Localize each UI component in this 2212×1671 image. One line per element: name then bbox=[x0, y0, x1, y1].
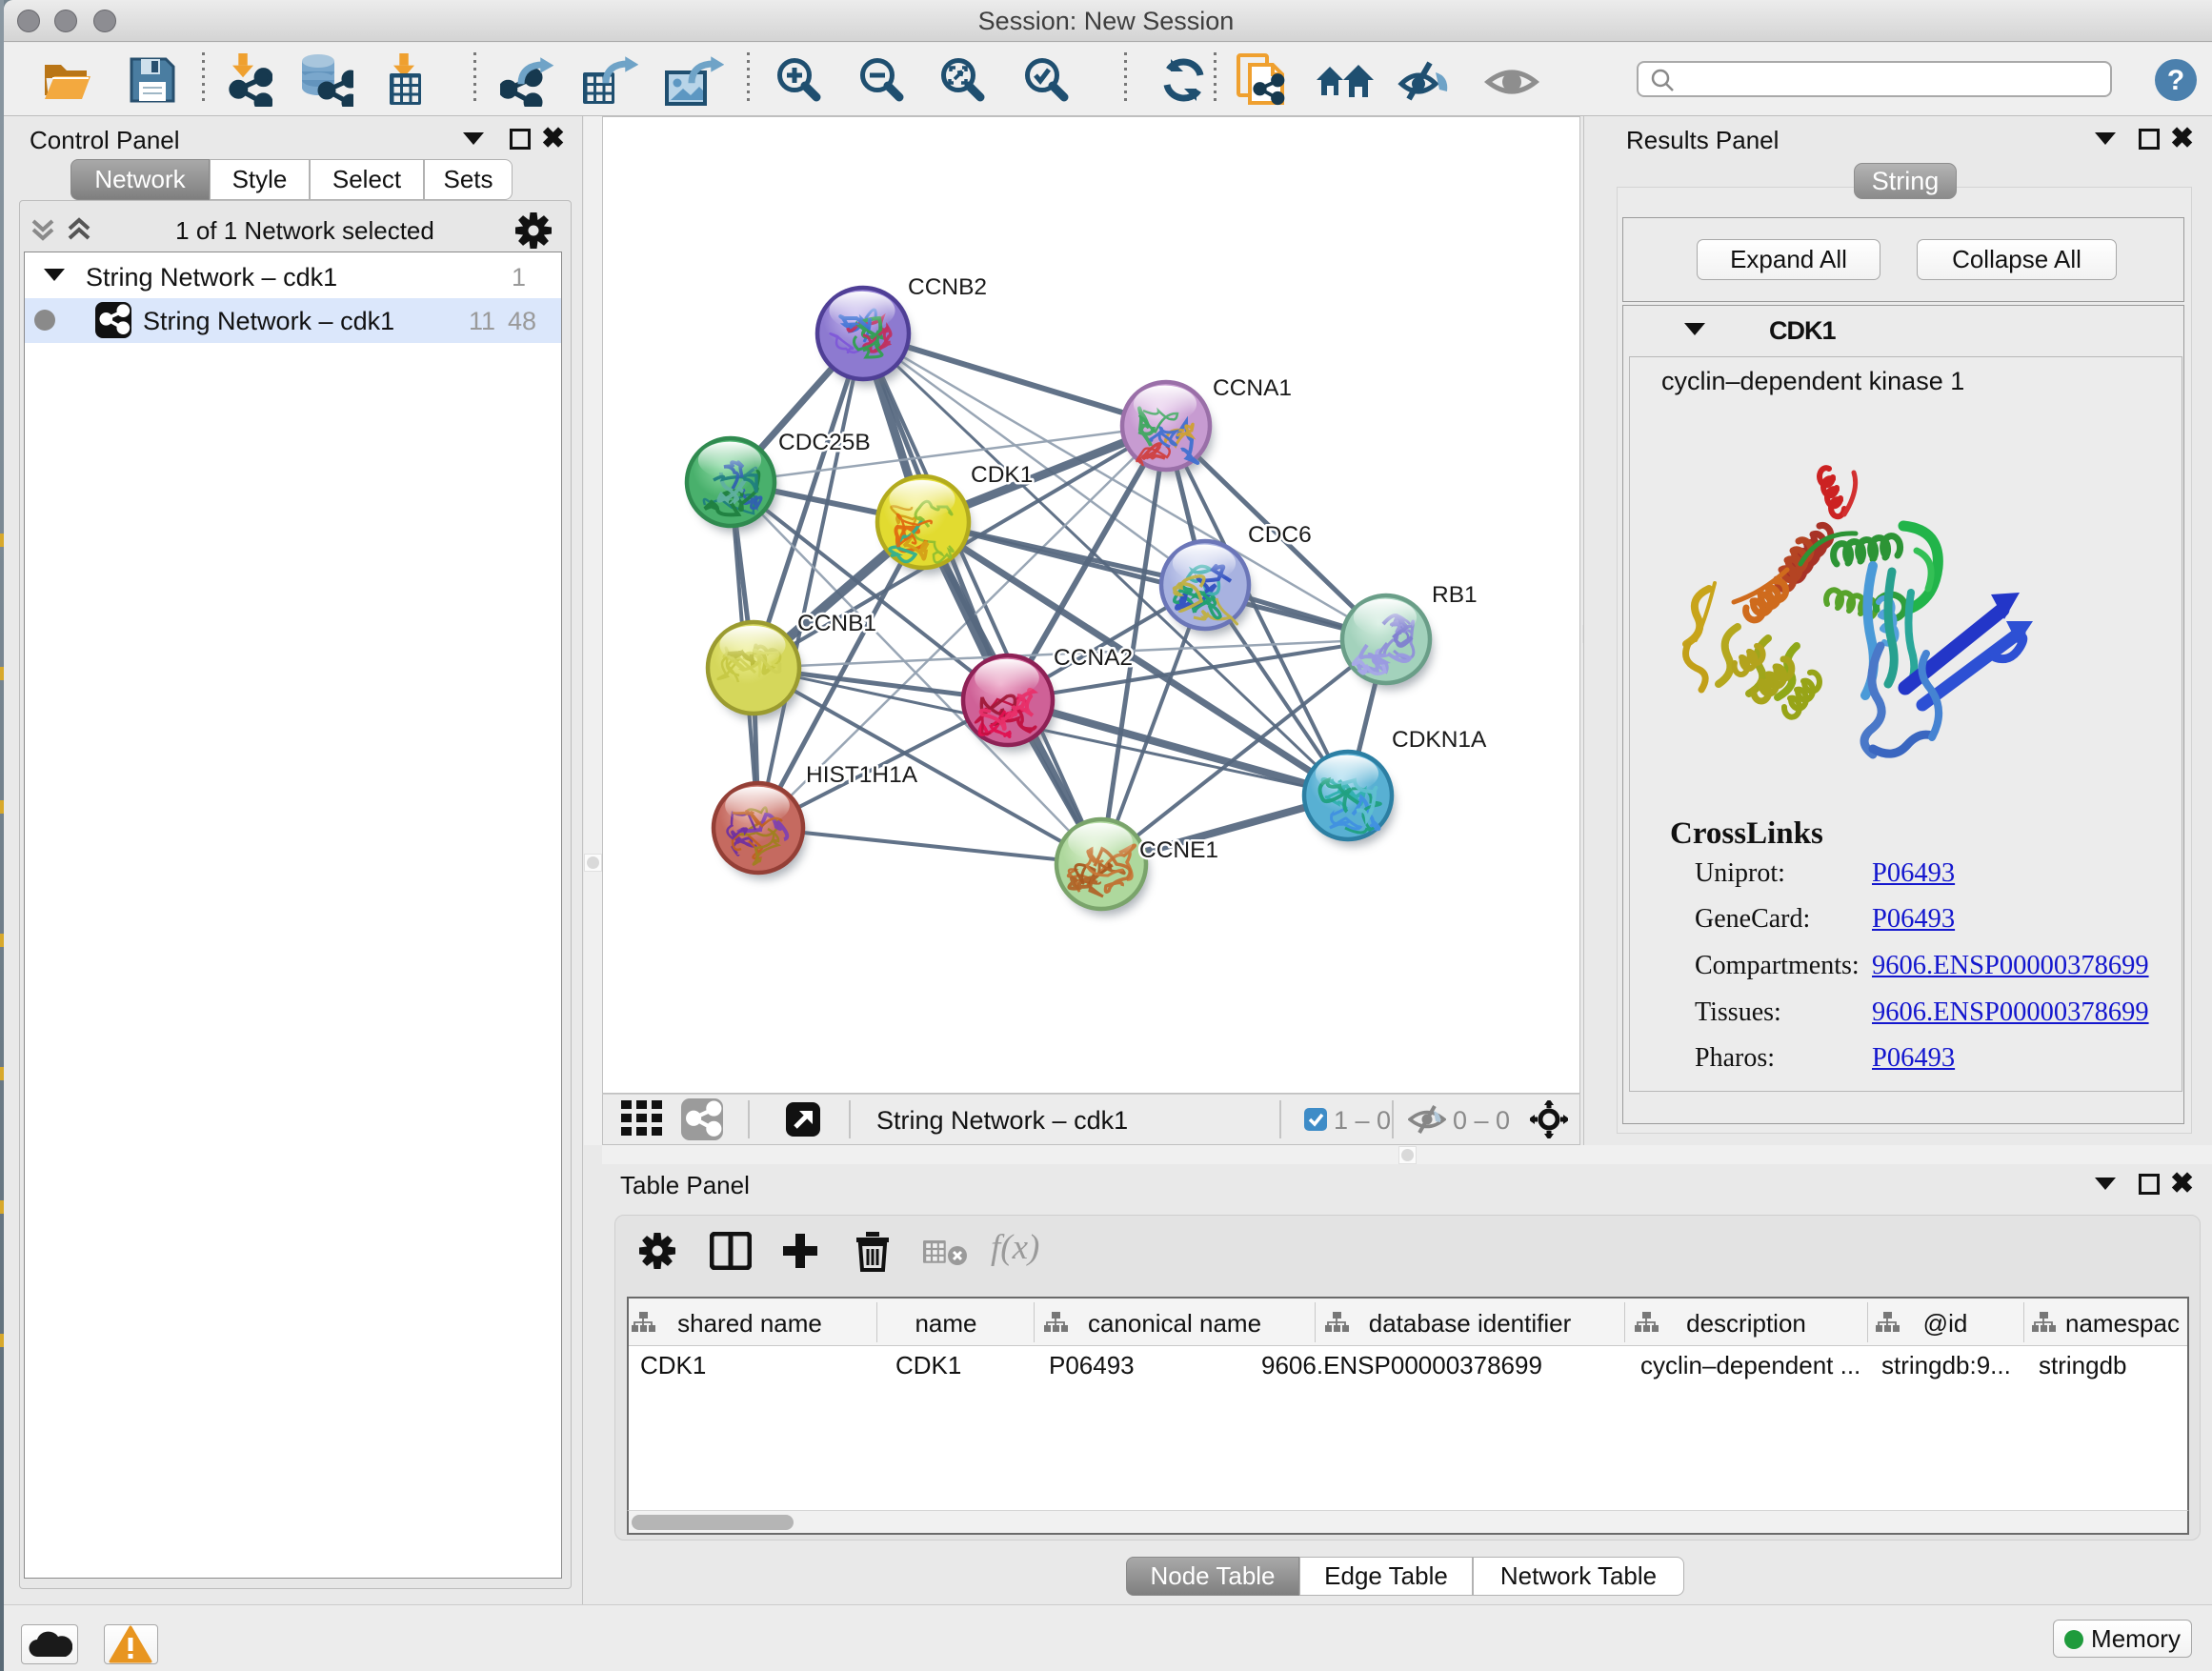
svg-text:CCNA1: CCNA1 bbox=[1213, 375, 1292, 401]
svg-text:CCNA2: CCNA2 bbox=[1054, 645, 1133, 671]
svg-text:CCNE1: CCNE1 bbox=[1139, 837, 1218, 863]
svg-text:HIST1H1A: HIST1H1A bbox=[806, 762, 918, 788]
svg-text:CDC25B: CDC25B bbox=[778, 430, 871, 455]
svg-text:CDK1: CDK1 bbox=[971, 462, 1033, 488]
svg-text:CCNB1: CCNB1 bbox=[797, 611, 876, 636]
svg-text:RB1: RB1 bbox=[1432, 582, 1478, 608]
svg-text:CCNB2: CCNB2 bbox=[908, 274, 987, 300]
svg-text:CDKN1A: CDKN1A bbox=[1392, 727, 1487, 753]
svg-text:CDC6: CDC6 bbox=[1248, 522, 1312, 548]
svg-text:?: ? bbox=[2167, 65, 2184, 96]
